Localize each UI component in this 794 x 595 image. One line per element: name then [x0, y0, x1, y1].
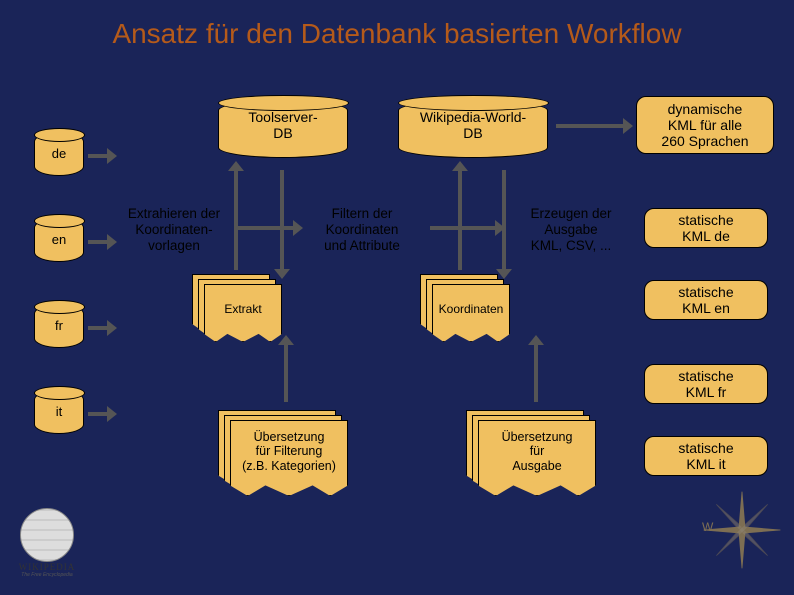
wikipedia-logo: WIKIPEDIA The Free Encyclopedia	[12, 508, 82, 578]
globe-icon	[20, 508, 74, 562]
toolserver-db: Toolserver- DB	[218, 100, 348, 158]
lang-db-fr: fr	[34, 304, 84, 348]
arrow-fr	[88, 326, 108, 330]
arrow-transout-up	[534, 344, 538, 402]
output-static-it: statische KML it	[644, 436, 768, 476]
arrow-it	[88, 412, 108, 416]
arrow-en	[88, 240, 108, 244]
arrow-de	[88, 154, 108, 158]
arrow-transfilter-up	[284, 344, 288, 402]
arrow-toolserver-down	[280, 170, 284, 270]
arrow-to-dynamic	[556, 124, 624, 128]
output-dynamic: dynamische KML für alle 260 Sprachen	[636, 96, 774, 154]
lang-db-en: en	[34, 218, 84, 262]
lang-db-de: de	[34, 132, 84, 176]
compass-icon: W	[702, 490, 782, 570]
lang-db-it: it	[34, 390, 84, 434]
page-title: Ansatz für den Datenbank basierten Workf…	[0, 0, 794, 58]
arrow-extract-to-filter	[238, 226, 294, 230]
diagram-canvas: de en fr it Toolserver- DB Wikipedia-Wor…	[0, 58, 794, 588]
process-filter-label: Filtern der Koordinaten und Attribute	[302, 206, 422, 255]
arrow-extrakt-up	[234, 170, 238, 270]
arrow-wpdb-down	[502, 170, 506, 270]
arrow-koord-up	[458, 170, 462, 270]
process-generate-label: Erzeugen der Ausgabe KML, CSV, ...	[506, 206, 636, 255]
output-static-de: statische KML de	[644, 208, 768, 248]
arrow-filter-to-generate	[430, 226, 496, 230]
wikipedia-world-db: Wikipedia-World- DB	[398, 100, 548, 158]
output-static-fr: statische KML fr	[644, 364, 768, 404]
output-static-en: statische KML en	[644, 280, 768, 320]
process-extract-label: Extrahieren der Koordinaten- vorlagen	[114, 206, 234, 255]
